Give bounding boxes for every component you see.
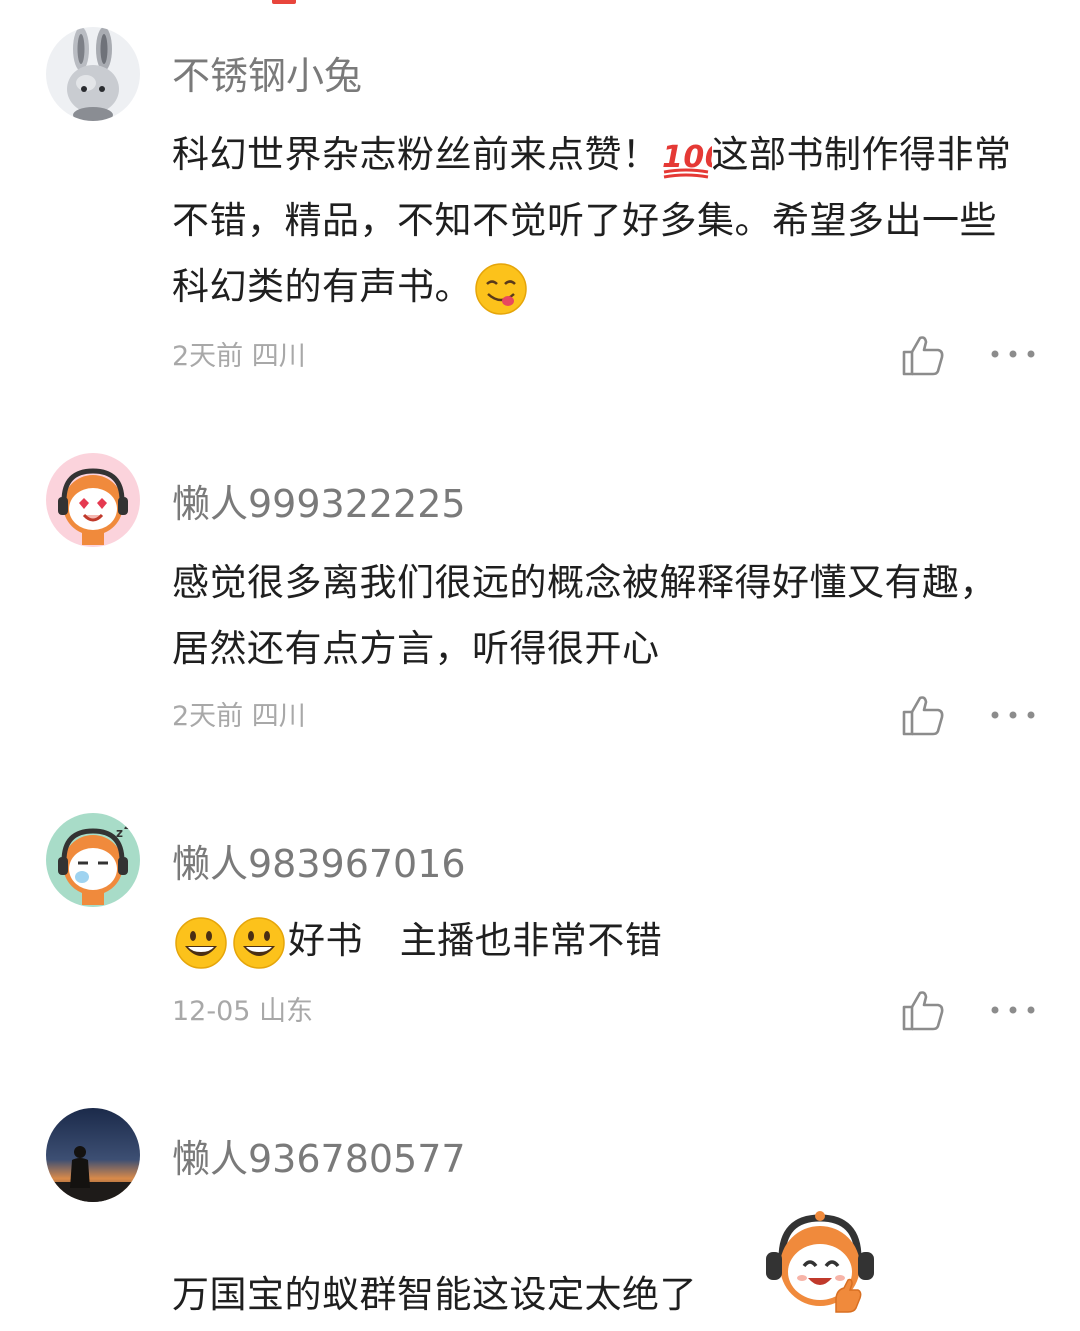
mascot-thumbs-up-sticker [762,1208,878,1320]
grinning-face-icon [232,916,286,970]
more-dots-icon [991,711,1035,719]
comment-location: 山东 [259,996,314,1027]
comment-meta: 12-05 山东 [172,995,313,1029]
mascot-sleepy-avatar-icon: z z [46,813,140,907]
thumbs-up-icon [902,696,944,736]
thumbs-up-icon [902,991,944,1031]
rabbit-avatar-icon [46,27,140,121]
comment-text: 好书 主播也非常不错 [172,908,1032,974]
avatar[interactable]: z z [46,813,140,907]
grinning-face-icon [174,916,228,970]
comment-time: 2天前 [172,701,244,732]
comment-text-part: 好书 主播也非常不错 [288,919,663,962]
comment-username[interactable]: 懒人983967016 [172,840,466,888]
comment-text: 感觉很多离我们很远的概念被解释得好懂又有趣，居然还有点方言，听得很开心 [172,561,997,670]
more-dots-icon [991,350,1035,358]
comment-text-part: 科幻世界杂志粉丝前来点赞！ [172,133,660,176]
comment-meta: 2天前 四川 [172,700,306,734]
comment-text: 万国宝的蚁群智能这设定太绝了 [172,1273,697,1316]
like-button[interactable] [900,987,946,1033]
more-dots-icon [991,1006,1035,1014]
like-button[interactable] [900,332,946,378]
comment-item: 不锈钢小兔 科幻世界杂志粉丝前来点赞！ 100 这部书制作得非常不错，精品，不知… [0,0,1080,420]
comment-location: 四川 [251,701,306,732]
comment-time: 2天前 [172,341,244,372]
svg-text:z: z [124,822,129,832]
comment-username[interactable]: 懒人999322225 [172,480,466,528]
hundred-points-icon: 100 [660,134,725,180]
comment-location: 四川 [251,341,306,372]
avatar[interactable] [46,453,140,547]
comment-time: 12-05 [172,996,251,1027]
mascot-heart-eyes-avatar-icon [46,453,140,547]
like-button[interactable] [900,692,946,738]
sunset-silhouette-avatar-icon [46,1108,140,1202]
comment-username[interactable]: 不锈钢小兔 [172,52,362,100]
more-options-button[interactable] [990,705,1036,725]
comment-text: 科幻世界杂志粉丝前来点赞！ 100 这部书制作得非常不错，精品，不知不觉听了好多… [172,122,1032,320]
comment-meta: 2天前 四川 [172,340,306,374]
avatar[interactable] [46,27,140,121]
more-options-button[interactable] [990,1000,1036,1020]
thumbs-up-icon [902,336,944,376]
savoring-face-icon [474,262,528,316]
svg-text:z: z [116,826,123,840]
avatar[interactable] [46,1108,140,1202]
comment-username[interactable]: 懒人936780577 [172,1135,466,1183]
more-options-button[interactable] [990,344,1036,364]
